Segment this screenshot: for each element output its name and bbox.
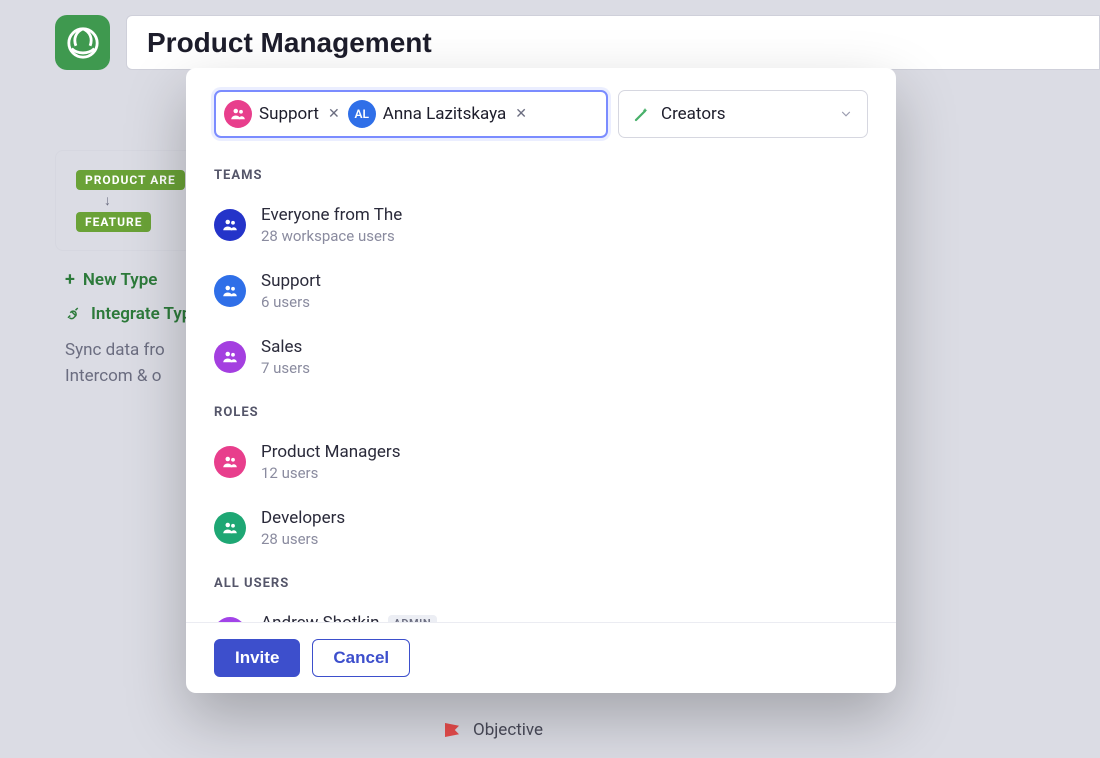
chevron-down-icon (839, 107, 853, 121)
volleyball-icon (66, 26, 100, 60)
list-item-subtitle: 6 users (261, 293, 321, 311)
app-logo[interactable] (55, 15, 110, 70)
page-title-input[interactable] (126, 15, 1100, 70)
section-label: ROLES (214, 405, 868, 420)
list-item[interactable]: Sales 7 users (214, 329, 868, 395)
list-item[interactable]: Developers 28 users (214, 500, 868, 566)
people-list[interactable]: TEAMS Everyone from The 28 workspace users… (186, 138, 896, 622)
people-chip-input[interactable]: Support ✕ AL Anna Lazitskaya ✕ (214, 90, 608, 138)
section-label: TEAMS (214, 168, 868, 183)
plug-icon (65, 305, 83, 323)
new-type-button[interactable]: + New Type (65, 270, 191, 290)
list-item-title: Product Managers (261, 442, 400, 462)
group-icon (214, 209, 246, 241)
avatar: AL (348, 100, 376, 128)
list-item-title: Everyone from The (261, 205, 402, 225)
chip[interactable]: AL Anna Lazitskaya ✕ (348, 100, 529, 128)
role-select[interactable]: Creators (618, 90, 868, 138)
group-icon (214, 341, 246, 373)
plus-icon: + (65, 271, 75, 289)
group-icon (214, 275, 246, 307)
chip-label: Support (259, 104, 319, 124)
wand-icon (633, 105, 651, 123)
pill-product-area[interactable]: PRODUCT ARE (76, 170, 185, 190)
chip[interactable]: Support ✕ (224, 100, 342, 128)
list-item-title: Andrew Shotkin (261, 613, 380, 622)
group-icon (224, 100, 252, 128)
list-item-subtitle: 12 users (261, 464, 400, 482)
integrate-type-label: Integrate Typ (91, 304, 191, 324)
flag-icon (445, 723, 459, 737)
cancel-button[interactable]: Cancel (312, 639, 410, 677)
role-select-value: Creators (661, 104, 726, 124)
admin-badge: ADMIN (388, 615, 438, 623)
section-label: ALL USERS (214, 576, 868, 591)
list-item-title: Developers (261, 508, 345, 528)
integrate-desc: Sync data fro Intercom & o (65, 338, 191, 389)
new-type-label: New Type (83, 270, 158, 290)
list-item[interactable]: ALAndrew ShotkinADMINshotkin@fibery.io (214, 605, 868, 622)
invite-button[interactable]: Invite (214, 639, 300, 677)
group-icon (214, 512, 246, 544)
list-item-title: Support (261, 271, 321, 291)
group-icon (214, 446, 246, 478)
list-item-subtitle: 28 users (261, 530, 345, 548)
objective-label: Objective (473, 720, 543, 740)
pill-feature[interactable]: FEATURE (76, 212, 151, 232)
chip-label: Anna Lazitskaya (383, 104, 507, 124)
objective-row[interactable]: Objective (445, 720, 543, 740)
chip-remove-icon[interactable]: ✕ (326, 104, 342, 124)
invite-modal: Support ✕ AL Anna Lazitskaya ✕ Creators TEAM… (186, 68, 896, 693)
list-item[interactable]: Everyone from The 28 workspace users (214, 197, 868, 263)
list-item-title: Sales (261, 337, 302, 357)
list-item-subtitle: 28 workspace users (261, 227, 402, 245)
chip-remove-icon[interactable]: ✕ (513, 104, 529, 124)
list-item[interactable]: Product Managers 12 users (214, 434, 868, 500)
list-item-subtitle: 7 users (261, 359, 310, 377)
list-item[interactable]: Support 6 users (214, 263, 868, 329)
integrate-type-button[interactable]: Integrate Typ (65, 304, 191, 324)
